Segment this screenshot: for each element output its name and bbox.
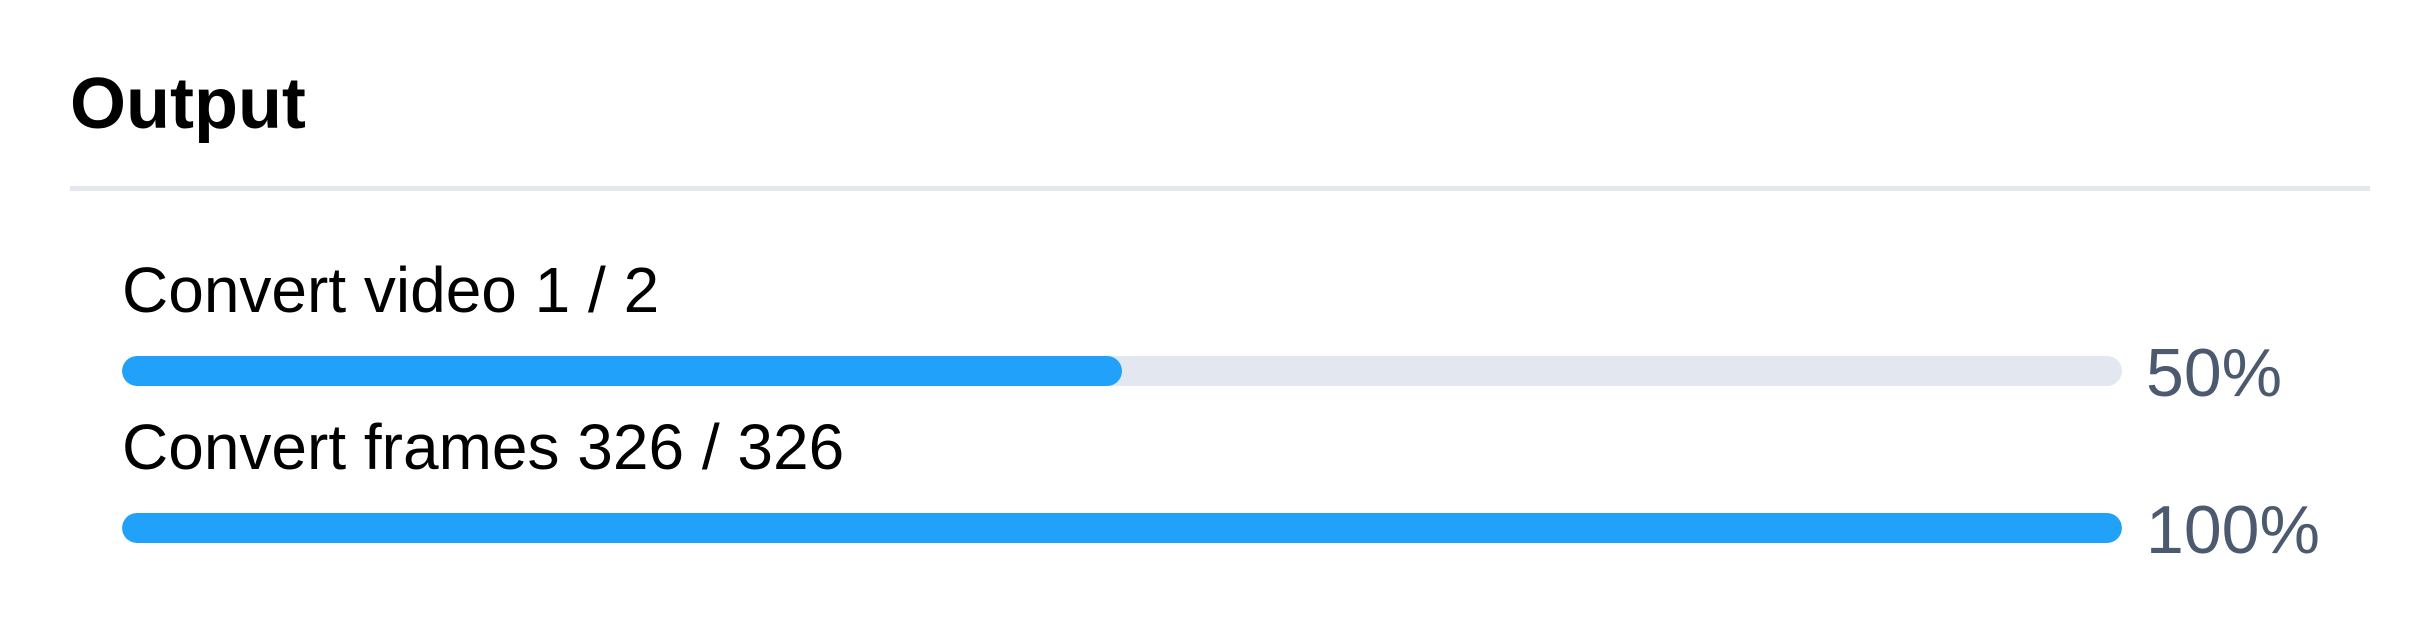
- progress-percent: 100%: [2146, 492, 2320, 568]
- task-label: Convert frames 326 / 326: [122, 411, 845, 483]
- progress-fill: [122, 356, 1122, 386]
- task-convert-video: Convert video 1 / 2 50%: [122, 250, 2342, 411]
- task-convert-frames: Convert frames 326 / 326 100%: [122, 407, 2342, 568]
- progress-track: [122, 513, 2122, 543]
- progress-percent: 50%: [2146, 335, 2283, 411]
- progress-fill: [122, 513, 2122, 543]
- output-panel: Output Convert video 1 / 2 50% Convert f…: [0, 0, 2415, 643]
- task-label: Convert video 1 / 2: [122, 254, 660, 326]
- progress-track: [122, 356, 2122, 386]
- panel-title: Output: [70, 64, 306, 144]
- divider: [70, 186, 2370, 191]
